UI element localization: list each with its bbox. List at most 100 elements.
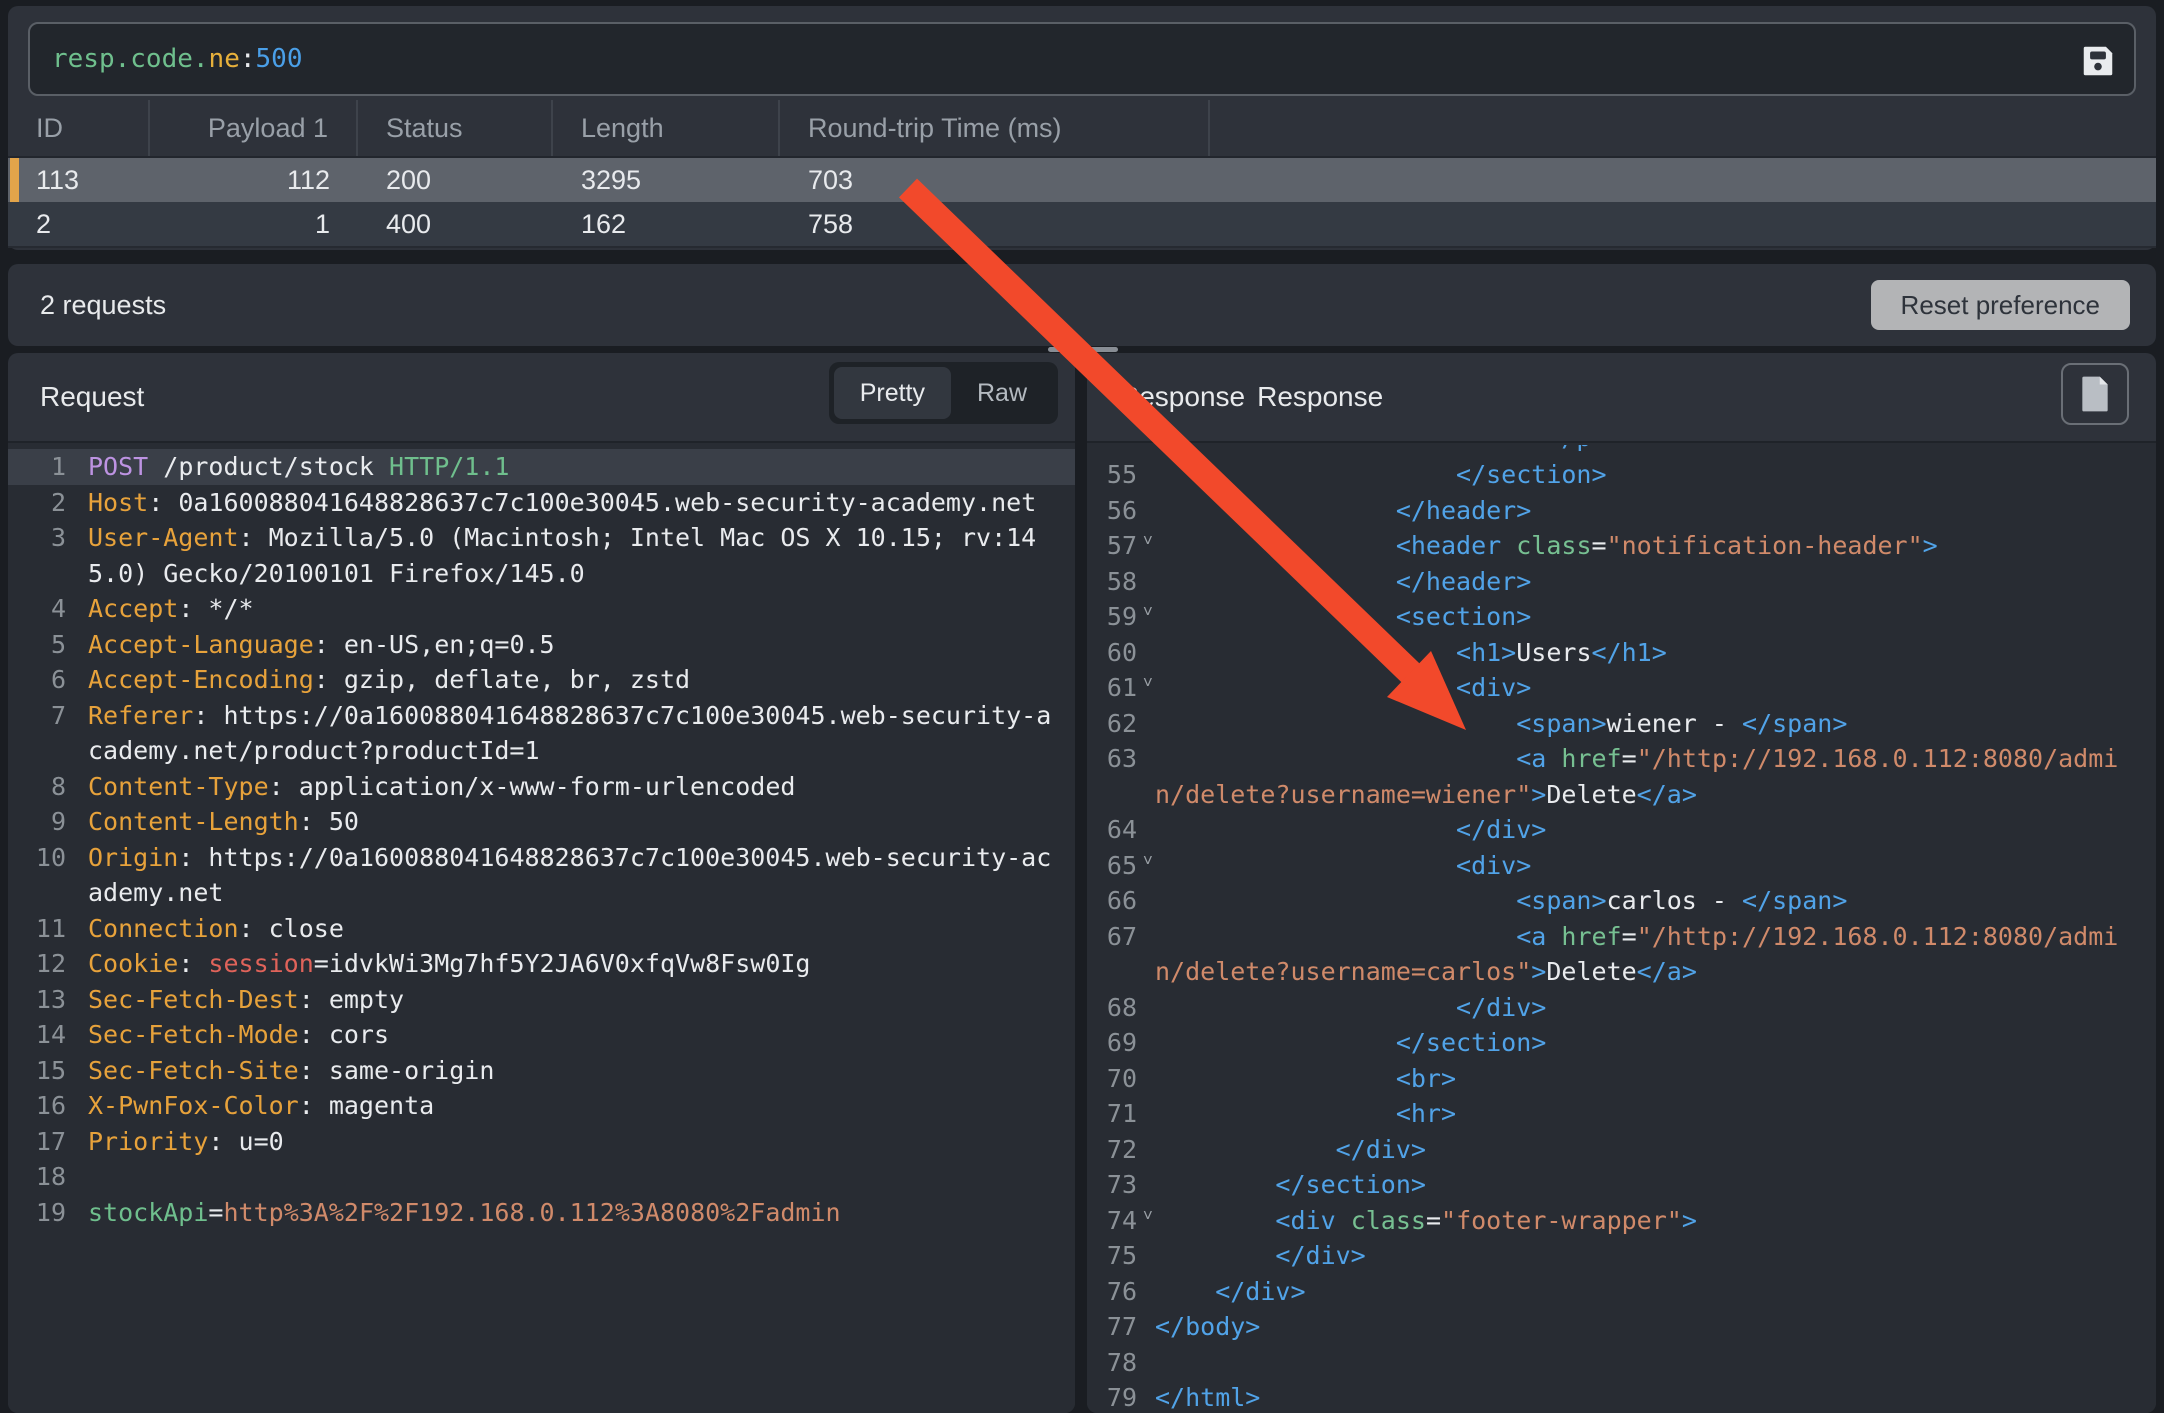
line-number: 57˅ [1087,528,1151,564]
intruder-results-panel: resp.code.ne:500 IDPayload 1StatusLength… [8,6,2156,250]
line-number [8,875,84,911]
line-number: 55 [1087,457,1151,493]
line-number: 7 [8,698,84,734]
line-number: 77 [1087,1309,1151,1345]
line-number: 6 [8,662,84,698]
cell-rtt: 758 [780,202,1210,246]
code-token: = [208,1198,223,1227]
code-line: 12Cookie: session=idvkWi3Mg7hf5Y2JA6V0xf… [8,946,1075,982]
code-token: : empty [299,985,404,1014]
code-line: 59˅ <section> [1087,599,2156,635]
line-number: 71 [1087,1096,1151,1132]
results-table: IDPayload 1StatusLengthRound-trip Time (… [8,100,2156,248]
results-table-header: IDPayload 1StatusLengthRound-trip Time (… [8,100,2156,158]
code-token: cademy.net/product?productId=1 [88,736,540,765]
code-token: > [1531,957,1546,986]
code-token: POST [88,452,148,481]
code-token: <hr> [1155,1099,1456,1128]
line-number: 79 [1087,1380,1151,1413]
code-line: 58 </header> [1087,564,2156,600]
code-line: 11Connection: close [8,911,1075,947]
code-token: </h1> [1592,638,1667,667]
column-header-status[interactable]: Status [358,100,553,156]
code-line: 13Sec-Fetch-Dest: empty [8,982,1075,1018]
filter-query: resp.code.ne:500 [52,44,302,74]
code-line: cademy.net/product?productId=1 [8,733,1075,769]
collapse-chevron-icon[interactable]: ˅ [1143,604,1153,621]
save-icon [2079,42,2117,80]
request-editor[interactable]: 1POST /product/stock HTTP/1.12Host: 0a16… [8,443,1075,1413]
code-line: 3User-Agent: Mozilla/5.0 (Macintosh; Int… [8,520,1075,556]
result-row-113[interactable]: 1131122003295703 [8,158,2156,202]
result-row-2[interactable]: 21400162758 [8,202,2156,248]
tab-raw[interactable]: Raw [951,367,1053,419]
open-in-editor-button[interactable] [2061,363,2129,425]
code-line: 65˅ <div> [1087,848,2156,884]
code-line: 60 <h1>Users</h1> [1087,635,2156,671]
code-token: Delete [1546,957,1636,986]
code-line: n/delete?username=wiener">Delete</a> [1087,777,2156,813]
line-number [1087,777,1151,813]
filter-input[interactable]: resp.code.ne:500 [28,22,2136,96]
column-header-length[interactable]: Length [553,100,780,156]
cell-payload: 1 [150,202,358,246]
collapse-chevron-icon[interactable]: ˅ [1143,1208,1153,1225]
code-line: 14Sec-Fetch-Mode: cors [8,1017,1075,1053]
code-token: HTTP/1.1 [389,452,509,481]
line-number: 2 [8,485,84,521]
line-number: 56 [1087,493,1151,529]
line-number: 10 [8,840,84,876]
column-header-payload-1[interactable]: Payload 1 [150,100,358,156]
reset-preference-button[interactable]: Reset preference [1871,280,2130,330]
code-line: 77</body> [1087,1309,2156,1345]
line-number: 67 [1087,919,1151,955]
code-token: class [1516,531,1591,560]
code-token: <span> [1155,709,1607,738]
code-line: 74˅ <div class="footer-wrapper"> [1087,1203,2156,1239]
code-token: <a [1155,744,1546,773]
line-number: 13 [8,982,84,1018]
selected-row-accent [10,158,19,202]
code-token: ademy.net [88,878,223,907]
code-line: 5Accept-Language: en-US,en;q=0.5 [8,627,1075,663]
collapse-chevron-icon[interactable]: ˅ [1143,853,1153,870]
panel-splitter-handle[interactable] [1048,347,1118,352]
tab-pretty[interactable]: Pretty [834,367,951,419]
code-token: Content-Type [88,772,269,801]
code-token: 5.0) Gecko/20100101 Firefox/145.0 [88,559,585,588]
code-token: = [1622,922,1637,951]
line-number: 18 [8,1159,84,1195]
code-token [1546,744,1561,773]
code-token: n/delete?username=wiener" [1155,780,1531,809]
line-number: 76 [1087,1274,1151,1310]
code-token: Accept-Language [88,630,314,659]
code-token: "/http://192.168.0.112:8080/admi [1637,744,2119,773]
code-token: Delete [1546,780,1636,809]
column-header-id[interactable]: ID [8,100,150,156]
code-line: 68 </div> [1087,990,2156,1026]
request-panel: Request PrettyRaw 1POST /product/stock H… [8,353,1075,1413]
code-line: 17Priority: u=0 [8,1124,1075,1160]
code-line: ademy.net [8,875,1075,911]
code-token: resp.code. [52,44,209,74]
column-header-round-trip-time-ms-[interactable]: Round-trip Time (ms) [780,100,1210,156]
code-token: = [1592,531,1607,560]
code-token: </a> [1637,957,1697,986]
code-token: : [178,949,208,978]
collapse-chevron-icon[interactable]: ˅ [1143,533,1153,550]
code-token: ne [209,44,240,74]
code-line: 16X-PwnFox-Color: magenta [8,1088,1075,1124]
code-line: 9Content-Length: 50 [8,804,1075,840]
code-token: session [208,949,313,978]
code-token: "notification-header" [1607,531,1923,560]
cell-length: 162 [553,202,780,246]
code-line: 15Sec-Fetch-Site: same-origin [8,1053,1075,1089]
request-panel-header: Request PrettyRaw [8,353,1075,443]
collapse-chevron-icon[interactable]: ˅ [1143,675,1153,692]
response-viewer[interactable]: </p>55 </section>56 </header>57˅ <header… [1087,443,2156,1413]
code-token: <div> [1155,673,1531,702]
code-line: 78 [1087,1345,2156,1381]
code-token: http%3A%2F%2F192.168.0.112%3A8080%2Fadmi… [223,1198,840,1227]
save-filter-button[interactable] [2076,39,2120,83]
code-token: : magenta [299,1091,434,1120]
